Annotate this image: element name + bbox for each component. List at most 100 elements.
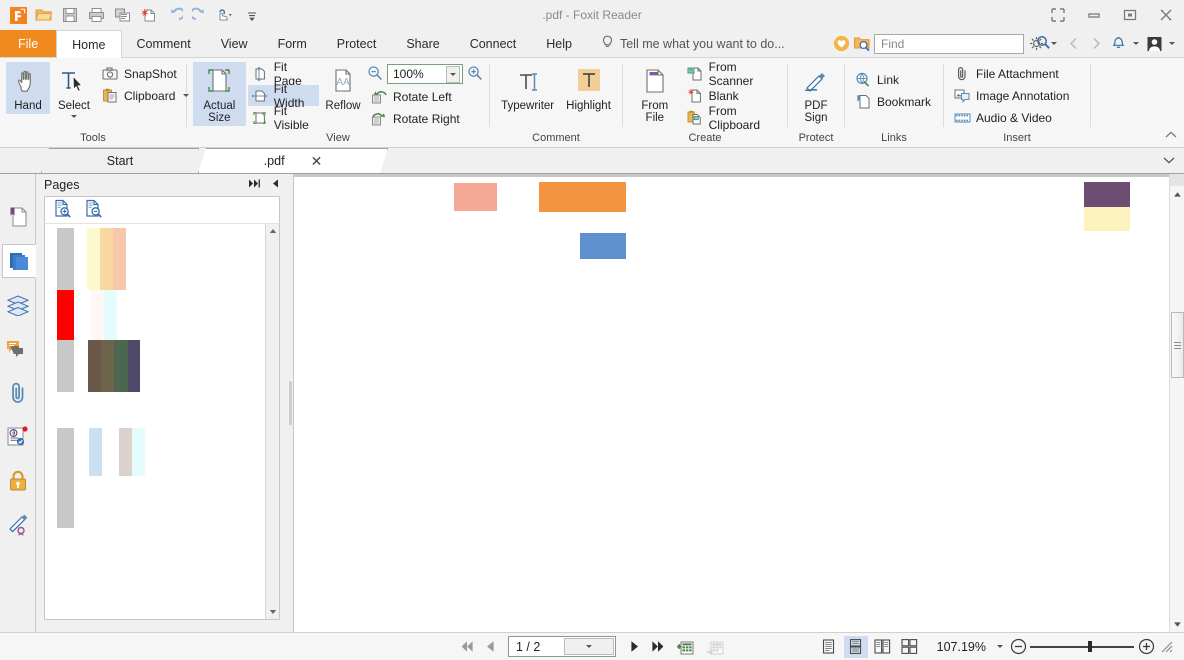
reflow-button[interactable]: AA Reflow	[321, 62, 365, 114]
menu-item-form[interactable]: Form	[263, 30, 322, 57]
prev-page-icon[interactable]	[480, 636, 500, 658]
chevron-right-icon[interactable]	[1086, 33, 1106, 55]
thumbnail-scrollbar[interactable]	[265, 224, 279, 619]
rotate-left-button[interactable]: Rotate Left	[367, 86, 483, 107]
link-button[interactable]: Link	[851, 69, 937, 90]
menu-item-connect[interactable]: Connect	[455, 30, 532, 57]
from-clipboard-button[interactable]: From Clipboard	[683, 104, 781, 132]
actual-size-button[interactable]: Actual Size	[193, 62, 246, 126]
zoom-in-icon[interactable]	[467, 65, 483, 84]
collapse-panel-icon[interactable]	[271, 178, 280, 192]
last-page-icon[interactable]	[648, 636, 668, 658]
expand-panel-icon[interactable]	[247, 178, 261, 192]
sidebar-item-bookmarks[interactable]	[2, 200, 34, 234]
find-input-wrapper[interactable]	[874, 33, 1050, 54]
facing-view[interactable]	[871, 636, 895, 658]
page-thumbnail-2[interactable]	[57, 428, 161, 528]
extract-pages-icon[interactable]	[702, 636, 728, 658]
gear-icon[interactable]	[1027, 33, 1045, 55]
bell-dropdown-icon[interactable]	[1130, 33, 1142, 55]
highlight-button[interactable]: Highlight	[561, 62, 616, 114]
scrollbar-track[interactable]	[1170, 202, 1184, 616]
bookmark-button[interactable]: Bookmark	[851, 91, 937, 112]
close-icon[interactable]: ✕	[311, 154, 323, 168]
sidebar-item-comments[interactable]	[2, 332, 34, 366]
search-folder-icon[interactable]	[853, 33, 871, 55]
heart-icon[interactable]	[832, 33, 850, 55]
select-dropdown-icon[interactable]	[71, 115, 77, 118]
email-icon[interactable]	[110, 4, 134, 26]
document-vertical-scrollbar[interactable]	[1169, 174, 1184, 632]
scroll-down-icon[interactable]	[1170, 616, 1184, 632]
sidebar-item-layers[interactable]	[2, 288, 34, 322]
zoom-slider[interactable]	[1030, 637, 1134, 657]
select-tool-button[interactable]: Select	[52, 62, 96, 120]
open-icon[interactable]	[32, 4, 56, 26]
typewriter-button[interactable]: Typewriter	[496, 62, 559, 114]
sidebar-item-attachments[interactable]	[2, 376, 34, 410]
menu-item-file[interactable]: File	[0, 30, 57, 57]
zoom-dropdown-icon[interactable]	[446, 65, 460, 83]
close-icon[interactable]	[1148, 0, 1184, 30]
print-icon[interactable]	[84, 4, 108, 26]
minimize-icon[interactable]	[1076, 0, 1112, 30]
menu-item-view[interactable]: View	[206, 30, 263, 57]
audio-video-button[interactable]: Audio & Video	[950, 107, 1075, 128]
thumbnail-scroll-down-icon[interactable]	[266, 605, 280, 619]
zoom-level-dropdown-icon[interactable]	[993, 636, 1006, 658]
sidebar-item-digital-signature[interactable]	[2, 508, 34, 542]
undo-icon[interactable]	[162, 4, 186, 26]
next-page-icon[interactable]	[624, 636, 644, 658]
single-page-view[interactable]	[817, 636, 841, 658]
ribbon-collapse-button[interactable]	[1164, 129, 1178, 144]
menu-item-comment[interactable]: Comment	[122, 30, 206, 57]
zoom-out-icon[interactable]	[367, 65, 383, 84]
menu-item-home[interactable]: Home	[56, 30, 122, 58]
pdf-sign-button[interactable]: PDF Sign	[794, 62, 838, 126]
pages-thumbnail-list[interactable]	[44, 224, 280, 620]
page-thumbnail-1[interactable]	[57, 228, 161, 392]
fullscreen-icon[interactable]	[1040, 0, 1076, 30]
file-attachment-button[interactable]: File Attachment	[950, 63, 1075, 84]
menu-item-protect[interactable]: Protect	[322, 30, 392, 57]
create-from-file-button[interactable]: From File	[629, 62, 681, 126]
clipboard-button[interactable]: Clipboard	[98, 85, 195, 106]
plus-circle-icon[interactable]	[1137, 638, 1155, 656]
sidebar-item-signature-verify[interactable]	[2, 420, 34, 454]
gear-dropdown-icon[interactable]	[1048, 33, 1060, 55]
thumbnail-scroll-up-icon[interactable]	[266, 224, 280, 238]
page-dropdown-icon[interactable]	[564, 638, 614, 655]
search-input[interactable]	[881, 36, 1036, 51]
zoom-level-display[interactable]: 107.19%	[925, 640, 990, 654]
chevron-left-icon[interactable]	[1063, 33, 1083, 55]
scroll-up-icon[interactable]	[1170, 186, 1184, 202]
snapshot-button[interactable]: SnapShot	[98, 63, 195, 84]
sidebar-item-security[interactable]	[2, 464, 34, 498]
new-from-file-icon[interactable]	[136, 4, 160, 26]
insert-pages-icon[interactable]	[672, 636, 698, 658]
continuous-view[interactable]	[843, 635, 868, 658]
from-scanner-button[interactable]: From Scanner	[683, 60, 781, 88]
page-zoom-in-icon[interactable]	[53, 199, 72, 221]
save-icon[interactable]	[58, 4, 82, 26]
sidebar-item-pages[interactable]	[1, 244, 36, 278]
rotate-right-button[interactable]: Rotate Right	[367, 108, 483, 129]
zoom-level-input[interactable]: 100%	[387, 64, 463, 84]
redo-icon[interactable]	[188, 4, 212, 26]
account-icon[interactable]	[1145, 33, 1163, 55]
foxit-logo-icon[interactable]	[6, 4, 30, 26]
image-annotation-button[interactable]: Image Annotation	[950, 85, 1075, 106]
minus-circle-icon[interactable]	[1009, 638, 1027, 656]
tell-me-search[interactable]: Tell me what you want to do...	[587, 30, 793, 57]
customize-qat-icon[interactable]	[240, 4, 264, 26]
tab-pdf[interactable]: .pdf ✕	[198, 148, 388, 173]
scrollbar-thumb[interactable]	[1170, 312, 1184, 378]
page-zoom-out-icon[interactable]	[84, 199, 103, 221]
zoom-slider-knob[interactable]	[1088, 641, 1092, 652]
hand-tool-button[interactable]: Hand	[6, 62, 50, 114]
fit-visible-button[interactable]: Fit Visible	[248, 104, 319, 132]
tab-list-dropdown[interactable]	[1162, 154, 1184, 168]
document-viewer[interactable]	[294, 174, 1184, 632]
touch-mode-icon[interactable]	[214, 4, 238, 26]
first-page-icon[interactable]	[456, 636, 476, 658]
